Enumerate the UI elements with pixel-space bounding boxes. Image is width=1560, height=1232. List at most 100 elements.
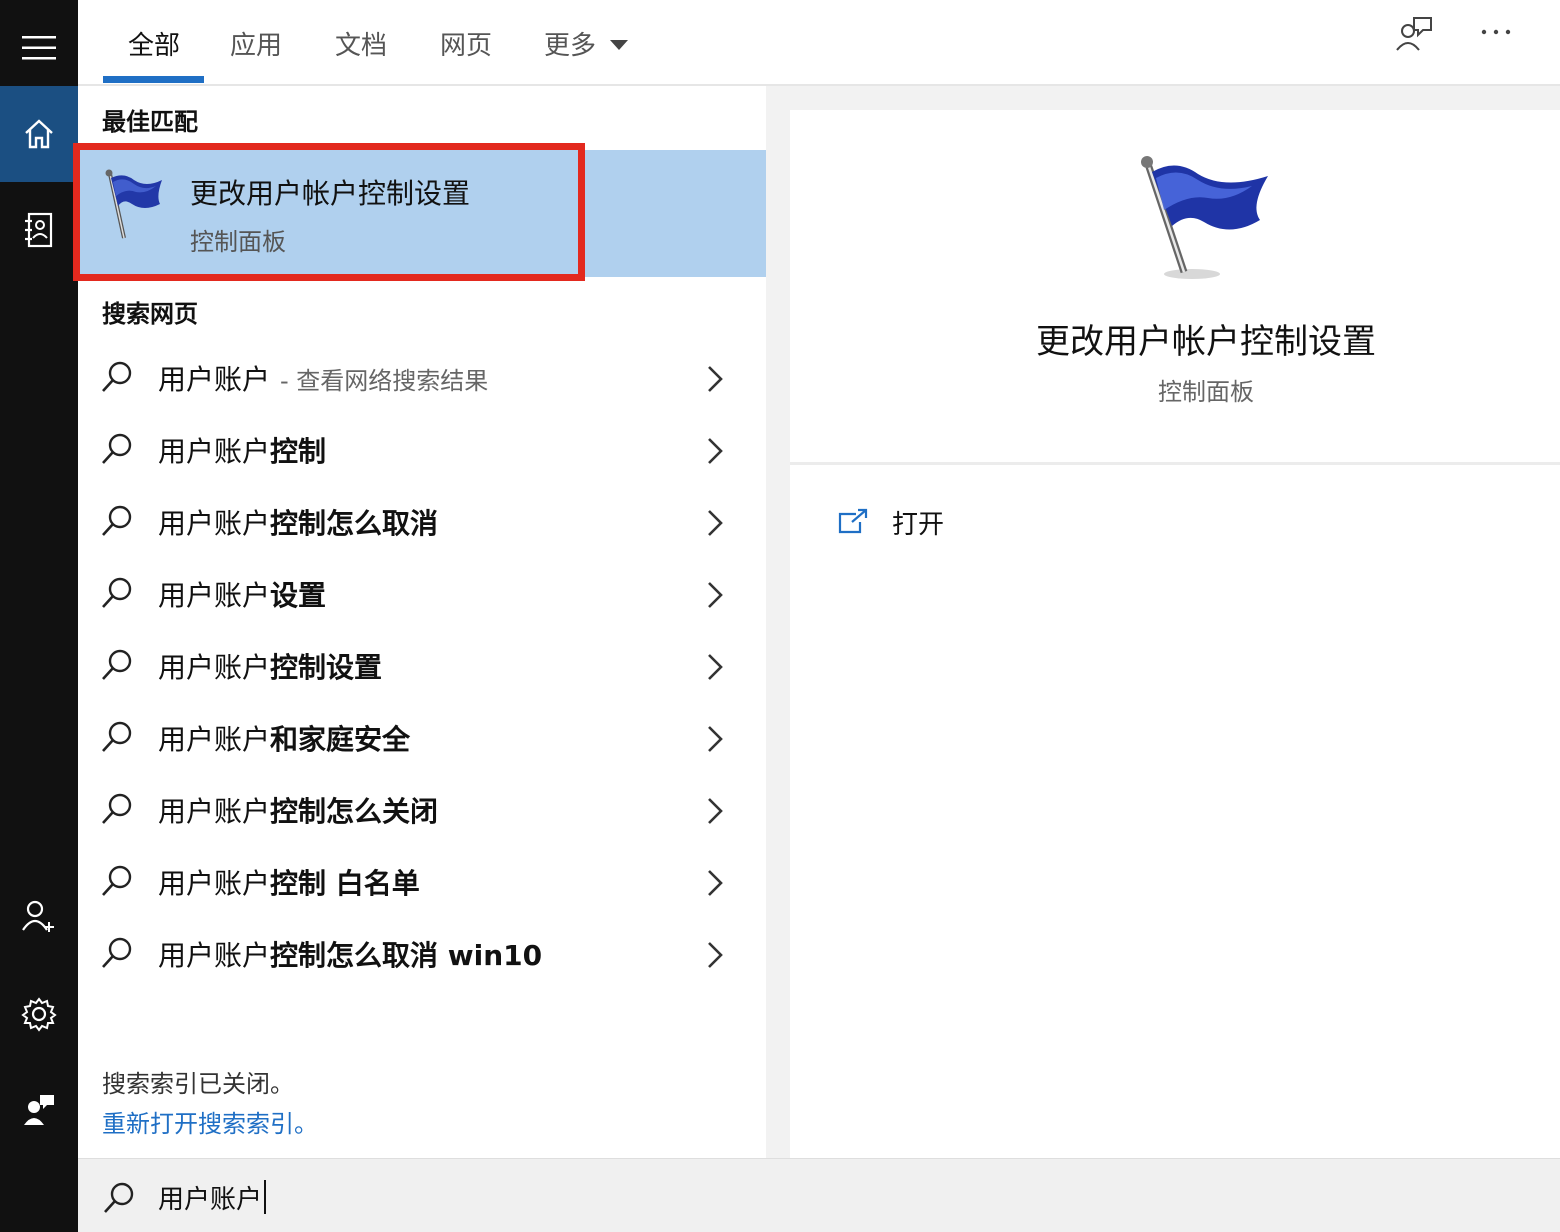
search-icon — [100, 864, 134, 902]
active-tab-indicator — [103, 76, 204, 83]
web-search-item[interactable]: 用户账户控制设置 — [78, 630, 766, 702]
chevron-right-icon[interactable] — [706, 364, 724, 398]
open-action-label: 打开 — [892, 509, 945, 540]
search-input-value: 用户账户 — [158, 1185, 263, 1215]
query-suffix: - 查看网络搜索结果 — [280, 367, 489, 395]
query-prefix: 用户账户 — [158, 579, 271, 612]
feedback-button[interactable] — [0, 1062, 78, 1158]
index-off-notice: 搜索索引已关闭。 — [102, 1070, 294, 1098]
search-icon — [100, 432, 134, 470]
feedback-person-icon — [24, 1095, 54, 1125]
query-prefix: 用户账户 — [158, 435, 271, 468]
home-icon — [25, 119, 53, 149]
query-completion: 控制 — [270, 435, 327, 468]
tab-documents-label: 文档 — [335, 30, 388, 61]
search-icon — [100, 792, 134, 830]
tab-all-label: 全部 — [128, 30, 181, 61]
web-search-item[interactable]: 用户账户控制怎么取消 win10 — [78, 918, 766, 990]
tab-apps[interactable]: 应用 — [230, 0, 282, 86]
preview-subtitle: 控制面板 — [1158, 378, 1254, 406]
preview-title: 更改用户帐户控制设置 — [1036, 322, 1376, 362]
hamburger-icon — [22, 36, 56, 60]
home-button[interactable] — [0, 86, 78, 182]
caret-down-icon — [610, 40, 629, 50]
tab-more-label: 更多 — [544, 30, 597, 61]
gear-icon — [21, 997, 57, 1032]
web-search-item-label: 用户账户控制设置 — [158, 646, 382, 686]
tab-all[interactable]: 全部 — [128, 0, 180, 86]
tab-web-label: 网页 — [440, 30, 493, 61]
query-prefix: 用户账户 — [158, 867, 271, 900]
notebook-button[interactable] — [0, 182, 78, 278]
red-highlight-box — [73, 143, 585, 281]
chevron-right-icon[interactable] — [706, 940, 724, 974]
web-search-item[interactable]: 用户账户控制 白名单 — [78, 846, 766, 918]
query-prefix: 用户账户 — [158, 723, 271, 756]
chevron-right-icon[interactable] — [706, 868, 724, 902]
feedback-icon — [1396, 17, 1432, 51]
open-action-button[interactable]: 打开 — [836, 500, 944, 544]
tab-more[interactable]: 更多 — [544, 0, 629, 86]
search-input: 用户账户 — [158, 1179, 267, 1216]
chevron-right-icon[interactable] — [706, 580, 724, 614]
web-search-item[interactable]: 用户账户控制怎么取消 — [78, 486, 766, 558]
search-icon — [100, 720, 134, 758]
more-options-button[interactable] — [1478, 16, 1522, 52]
web-search-item-label: 用户账户控制怎么取消 win10 — [158, 934, 542, 974]
query-prefix: 用户账户 — [158, 507, 271, 540]
query-completion: 控制怎么取消 win10 — [270, 939, 543, 972]
search-icon — [104, 1182, 134, 1213]
search-icon — [100, 360, 134, 398]
web-search-item-label: 用户账户和家庭安全 — [158, 718, 410, 758]
web-search-item[interactable]: 用户账户和家庭安全 — [78, 702, 766, 774]
search-box[interactable]: 用户账户 — [78, 1158, 1560, 1232]
scope-tab-bar: 全部 应用 文档 网页 更多 — [78, 0, 1560, 86]
web-search-item-label: 用户账户控制 — [158, 430, 326, 470]
best-match-heading: 最佳匹配 — [102, 108, 198, 136]
feedback-hub-button[interactable] — [1394, 14, 1438, 58]
web-search-item-label: 用户账户 - 查看网络搜索结果 — [158, 358, 488, 398]
query-prefix: 用户账户 — [158, 939, 271, 972]
tab-documents[interactable]: 文档 — [335, 0, 387, 86]
search-icon — [100, 648, 134, 686]
web-search-heading: 搜索网页 — [102, 300, 198, 328]
web-search-item-label: 用户账户控制怎么关闭 — [158, 790, 438, 830]
left-rail — [0, 0, 78, 1232]
web-search-item[interactable]: 用户账户控制 — [78, 414, 766, 486]
person-add-icon — [22, 900, 54, 932]
add-user-button[interactable] — [0, 868, 78, 964]
search-icon — [100, 576, 134, 614]
query-completion: 控制设置 — [270, 651, 383, 684]
tab-apps-label: 应用 — [230, 30, 283, 61]
web-search-item-label: 用户账户控制 白名单 — [158, 862, 420, 902]
query-completion: 控制怎么取消 — [270, 507, 439, 540]
preview-divider — [790, 462, 1560, 465]
query-completion: 控制怎么关闭 — [270, 795, 439, 828]
hamburger-menu-button[interactable] — [0, 0, 78, 96]
query-completion: 设置 — [270, 579, 327, 612]
text-cursor — [264, 1180, 267, 1214]
chevron-right-icon[interactable] — [706, 508, 724, 542]
chevron-right-icon[interactable] — [706, 724, 724, 758]
search-icon — [100, 936, 134, 974]
reopen-index-link[interactable]: 重新打开搜索索引。 — [102, 1104, 318, 1139]
query-completion: 和家庭安全 — [270, 723, 411, 756]
query-prefix: 用户账户 — [158, 363, 271, 396]
notebook-icon — [25, 212, 53, 248]
chevron-right-icon[interactable] — [706, 436, 724, 470]
open-external-icon — [838, 508, 868, 534]
web-search-item-label: 用户账户控制怎么取消 — [158, 502, 438, 542]
web-search-item[interactable]: 用户账户 - 查看网络搜索结果 — [78, 342, 766, 414]
web-search-item-label: 用户账户设置 — [158, 574, 326, 614]
query-prefix: 用户账户 — [158, 651, 271, 684]
tab-web[interactable]: 网页 — [440, 0, 492, 86]
preview-blue-flag-icon — [1132, 150, 1282, 286]
chevron-right-icon[interactable] — [706, 796, 724, 830]
query-completion: 控制 白名单 — [270, 867, 420, 900]
web-search-item[interactable]: 用户账户设置 — [78, 558, 766, 630]
chevron-right-icon[interactable] — [706, 652, 724, 686]
query-prefix: 用户账户 — [158, 795, 271, 828]
ellipsis-icon — [1481, 29, 1511, 35]
web-search-item[interactable]: 用户账户控制怎么关闭 — [78, 774, 766, 846]
settings-button[interactable] — [0, 966, 78, 1062]
